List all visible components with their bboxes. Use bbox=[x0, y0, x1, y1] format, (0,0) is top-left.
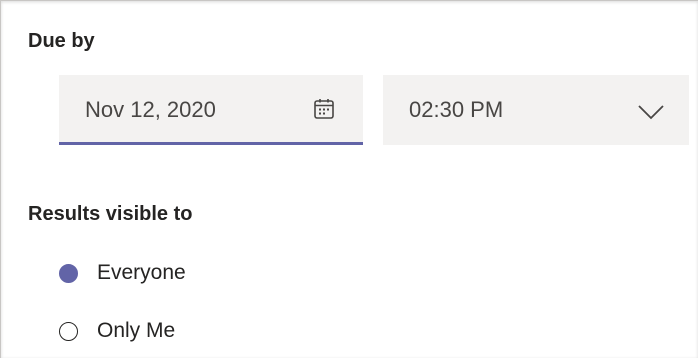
radio-unchecked-icon[interactable] bbox=[59, 321, 78, 341]
due-results-panel: Due by Nov 12, 2020 02:30 PM Results vis… bbox=[0, 0, 698, 358]
radio-checked-icon[interactable] bbox=[59, 263, 78, 283]
radio-label-everyone: Everyone bbox=[97, 261, 186, 284]
due-date-picker[interactable]: Nov 12, 2020 bbox=[59, 75, 363, 145]
calendar-icon[interactable] bbox=[312, 97, 336, 121]
radio-label-only-me: Only Me bbox=[97, 319, 176, 342]
due-date-value: Nov 12, 2020 bbox=[85, 97, 216, 122]
due-time-dropdown[interactable]: 02:30 PM bbox=[383, 75, 689, 145]
due-time-value: 02:30 PM bbox=[409, 97, 504, 122]
radio-option-everyone[interactable]: Everyone bbox=[59, 261, 186, 285]
radio-option-only-me[interactable]: Only Me bbox=[59, 319, 175, 343]
results-visible-label: Results visible to bbox=[28, 203, 193, 225]
due-by-label: Due by bbox=[28, 30, 95, 52]
chevron-down-icon bbox=[638, 105, 664, 120]
